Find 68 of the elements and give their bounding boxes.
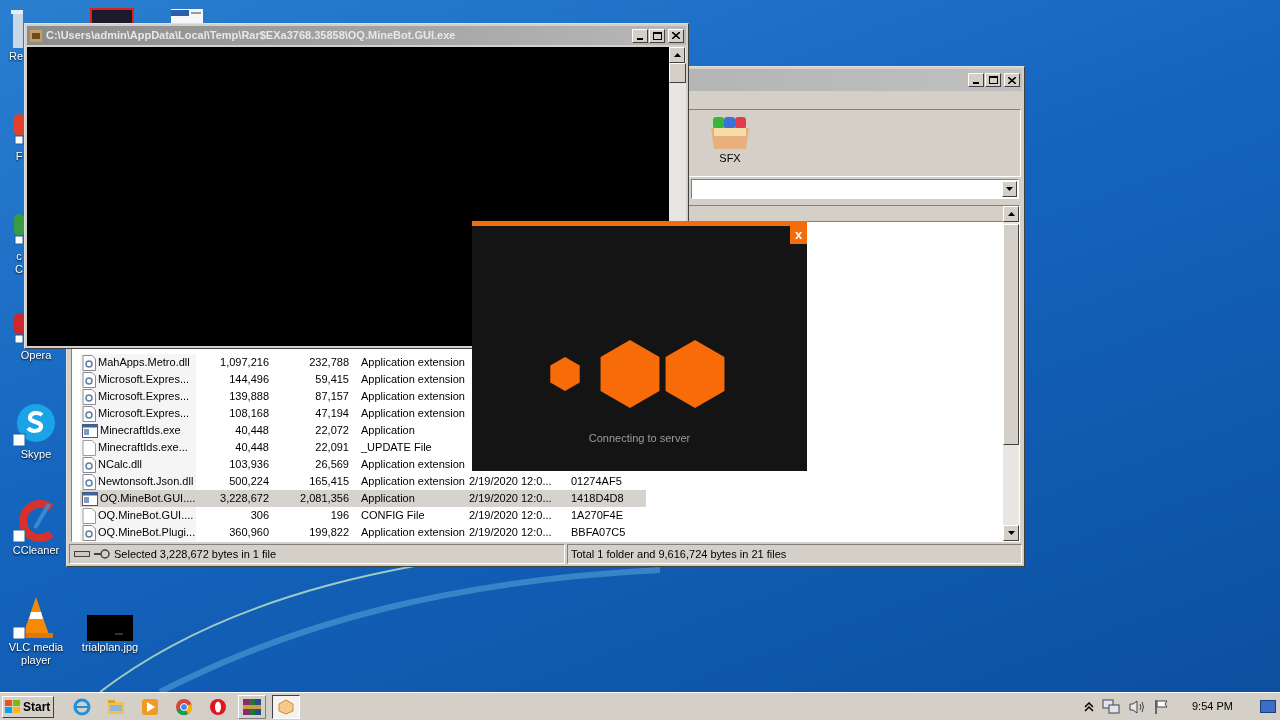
table-cell-text: Application extension — [360, 355, 466, 371]
table-cell-text: 306 — [249, 508, 269, 524]
desktop-icon-label[interactable]: Re — [8, 50, 24, 63]
table-cell-text: 22,072 — [314, 423, 349, 439]
desktop-icon-label[interactable]: c — [16, 250, 22, 263]
table-cell-text: Application extension — [360, 525, 466, 541]
table-cell-text: Application extension — [360, 372, 466, 388]
table-cell-text: Application extension — [360, 457, 466, 473]
table-cell-text: 103,936 — [228, 457, 269, 473]
table-cell-text: Newtonsoft.Json.dll — [98, 474, 194, 490]
table-cell-text: 2/19/2020 12:0... — [469, 508, 553, 524]
table-cell-text: Application extension — [360, 474, 466, 490]
table-cell-text: 196 — [329, 508, 349, 524]
table-cell-text: Microsoft.Expres... — [98, 372, 190, 388]
window-title: C:\Users\admin\AppData\Local\Temp\Rar$EXa3768.35858\OQ.MineBot.GUI.exe — [46, 28, 457, 44]
table-cell-text: 165,415 — [308, 474, 349, 490]
desktop-icon-label[interactable]: CCleaner — [12, 544, 60, 557]
table-cell-text: 139,888 — [228, 389, 269, 405]
desktop-icon-label[interactable]: VLC media player — [4, 641, 68, 667]
table-cell-text: 47,194 — [314, 406, 349, 422]
table-cell-text: 360,960 — [228, 525, 269, 541]
table-cell-text: 2,081,356 — [299, 491, 349, 507]
clock[interactable]: 9:54 PM — [1192, 698, 1252, 715]
table-cell-text: MahApps.Metro.dll — [98, 355, 190, 371]
table-cell-text: OQ.MineBot.GUI.... — [100, 491, 196, 507]
table-cell-text: Application — [360, 491, 416, 507]
sfx-button[interactable]: SFX — [705, 116, 755, 167]
desktop-icon-label[interactable]: C — [15, 263, 23, 276]
table-cell-text: 108,168 — [228, 406, 269, 422]
table-cell-text: 232,788 — [308, 355, 349, 371]
table-cell-text: BBFA07C5 — [570, 525, 627, 541]
table-cell-text: 144,496 — [228, 372, 269, 388]
table-cell-text: 500,224 — [228, 474, 269, 490]
desktop-icon-label[interactable]: trialplan.jpg — [81, 641, 139, 654]
desktop-icon-label[interactable]: F — [15, 150, 23, 163]
table-cell-text: 26,569 — [314, 457, 349, 473]
table-cell-text: Application — [360, 423, 416, 439]
table-cell-text: 87,157 — [314, 389, 349, 405]
table-cell-text: 01274AF5 — [570, 474, 623, 490]
table-cell-text: 199,822 — [308, 525, 349, 541]
table-cell-text: 40,448 — [234, 440, 269, 456]
file-row[interactable]: OQ.MineBot.GUI.... 3,228,672 2,081,356 Application 2/19/2020 12:0... 1418D4D8 — [80, 490, 646, 507]
table-cell-text: 40,448 — [234, 423, 269, 439]
table-cell-text: _UPDATE File — [360, 440, 433, 456]
table-cell-text: 3,228,672 — [219, 491, 269, 507]
table-cell-text: Application extension — [360, 406, 466, 422]
table-cell-text: Microsoft.Expres... — [98, 406, 190, 422]
table-cell-text: MinecraftIds.exe — [100, 423, 181, 439]
table-cell-text: MinecraftIds.exe... — [98, 440, 188, 456]
table-cell-text: 2/19/2020 12:0... — [469, 525, 553, 541]
table-cell-text: 59,415 — [314, 372, 349, 388]
table-cell-text: OQ.MineBot.Plugi... — [98, 525, 196, 541]
table-cell-text: OQ.MineBot.GUI.... — [98, 508, 194, 524]
status-text: Total 1 folder and 9,616,724 bytes in 21 files — [571, 546, 787, 562]
table-cell-text: 2/19/2020 12:0... — [469, 491, 553, 507]
desktop-icon-label[interactable]: Skype — [20, 448, 52, 461]
table-cell-text: 1A270F4E — [570, 508, 624, 524]
table-cell-text: Application extension — [360, 389, 466, 405]
desktop-icon-label[interactable]: Opera — [20, 349, 52, 362]
table-cell-text: 1,097,216 — [219, 355, 269, 371]
table-cell-text: 22,091 — [314, 440, 349, 456]
table-cell-text: 2/19/2020 12:0... — [469, 474, 553, 490]
table-cell-text: Microsoft.Expres... — [98, 389, 190, 405]
status-text: Selected 3,228,672 bytes in 1 file — [114, 546, 277, 562]
table-cell-text: CONFIG File — [360, 508, 426, 524]
table-cell-text: NCalc.dll — [98, 457, 142, 473]
table-cell-text: 1418D4D8 — [570, 491, 625, 507]
start-button[interactable]: Start — [2, 695, 54, 718]
